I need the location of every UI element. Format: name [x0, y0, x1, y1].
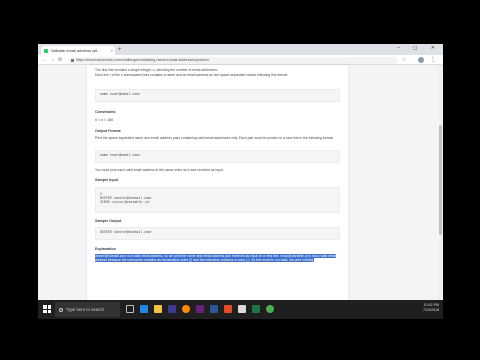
- store-icon[interactable]: [168, 305, 176, 313]
- taskbar-search-placeholder: Type here to search: [66, 307, 104, 312]
- word-icon[interactable]: [210, 305, 218, 313]
- new-tab-button[interactable]: +: [118, 46, 122, 54]
- notepad-icon[interactable]: [238, 305, 246, 313]
- scrollbar-thumb[interactable]: [439, 125, 442, 235]
- windows-start-icon[interactable]: [43, 305, 51, 313]
- output-format-text: Print the space-separated name and email…: [95, 136, 334, 140]
- taskbar-search-box[interactable]: Type here to search: [55, 302, 120, 317]
- chrome-icon[interactable]: [266, 305, 274, 313]
- firefox-icon[interactable]: [182, 305, 190, 313]
- edge-browser-icon[interactable]: [140, 305, 148, 313]
- page-scrollbar[interactable]: [438, 65, 443, 319]
- file-explorer-icon[interactable]: [154, 305, 162, 313]
- constraints-value: 0 < n < 100: [95, 118, 114, 122]
- task-view-icon[interactable]: [126, 305, 134, 313]
- sample-output-heading: Sample Output: [95, 219, 122, 223]
- system-tray-clock[interactable]: 10:52 PM 7/23/2018: [423, 303, 439, 313]
- explanation-text-selected[interactable]: dexter@hotmail.com is a valid email addr…: [95, 254, 337, 263]
- windows-taskbar: Type here to search 10:52 PM 7/23/2018: [38, 300, 443, 319]
- input-format-code: name <user@email.com>: [95, 89, 340, 102]
- forward-button[interactable]: →: [50, 56, 55, 64]
- hackerrank-favicon-icon: [44, 48, 48, 53]
- lock-icon: [71, 58, 74, 62]
- reload-button[interactable]: ⟳: [58, 56, 62, 64]
- problem-statement-card: The first line contains a single integer…: [87, 65, 348, 318]
- profile-avatar[interactable]: [418, 57, 424, 63]
- input-format-line-2: Each line i of the n subsequent lines co…: [95, 73, 289, 77]
- output-format-note: You must print each valid email address …: [95, 168, 224, 172]
- excel-icon[interactable]: [252, 305, 260, 313]
- bookmark-star-icon[interactable]: ☆: [402, 56, 406, 64]
- browser-menu-icon[interactable]: ⋮: [430, 55, 436, 65]
- window-controls[interactable]: – ◻ ✕: [397, 45, 441, 51]
- sample-input-line: VIRUS <virus!@variable.:p>: [100, 200, 150, 205]
- constraints-heading: Constraints: [95, 110, 116, 114]
- sample-output-code: DEXTER <dexter@hotmail.com>: [95, 227, 340, 240]
- tab-close-icon[interactable]: ×: [111, 46, 113, 55]
- desktop-screen: Validate email address wit... × + – ◻ ✕ …: [38, 44, 443, 319]
- sample-input-code: 2 DEXTER <dexter@hotmail.com> VIRUS <vir…: [95, 187, 340, 213]
- browser-tab[interactable]: Validate email address wit... ×: [41, 46, 115, 55]
- browser-toolbar: ← → ⟳ https://www.hackerrank.com/challen…: [38, 55, 443, 65]
- page-viewport: The first line contains a single integer…: [38, 65, 443, 319]
- tab-title: Validate email address wit...: [51, 48, 101, 53]
- sample-input-heading: Sample Input: [95, 178, 119, 182]
- output-format-heading: Output Format: [95, 129, 121, 133]
- powerpoint-icon[interactable]: [224, 305, 232, 313]
- tray-date: 7/23/2018: [423, 308, 439, 312]
- explanation-heading: Explanation: [95, 247, 116, 251]
- explanation-text: dexter@hotmail.com is a valid email addr…: [95, 254, 337, 263]
- output-format-code: name <user@email.com>: [95, 150, 340, 163]
- browser-tab-strip: Validate email address wit... × + – ◻ ✕: [38, 44, 443, 55]
- visual-studio-icon[interactable]: [196, 305, 204, 313]
- input-format-line-1: The first line contains a single integer…: [95, 68, 218, 72]
- search-icon: [59, 307, 63, 312]
- address-bar[interactable]: https://www.hackerrank.com/challenges/va…: [68, 56, 398, 64]
- address-bar-url: https://www.hackerrank.com/challenges/va…: [76, 57, 210, 62]
- back-button[interactable]: ←: [42, 56, 47, 64]
